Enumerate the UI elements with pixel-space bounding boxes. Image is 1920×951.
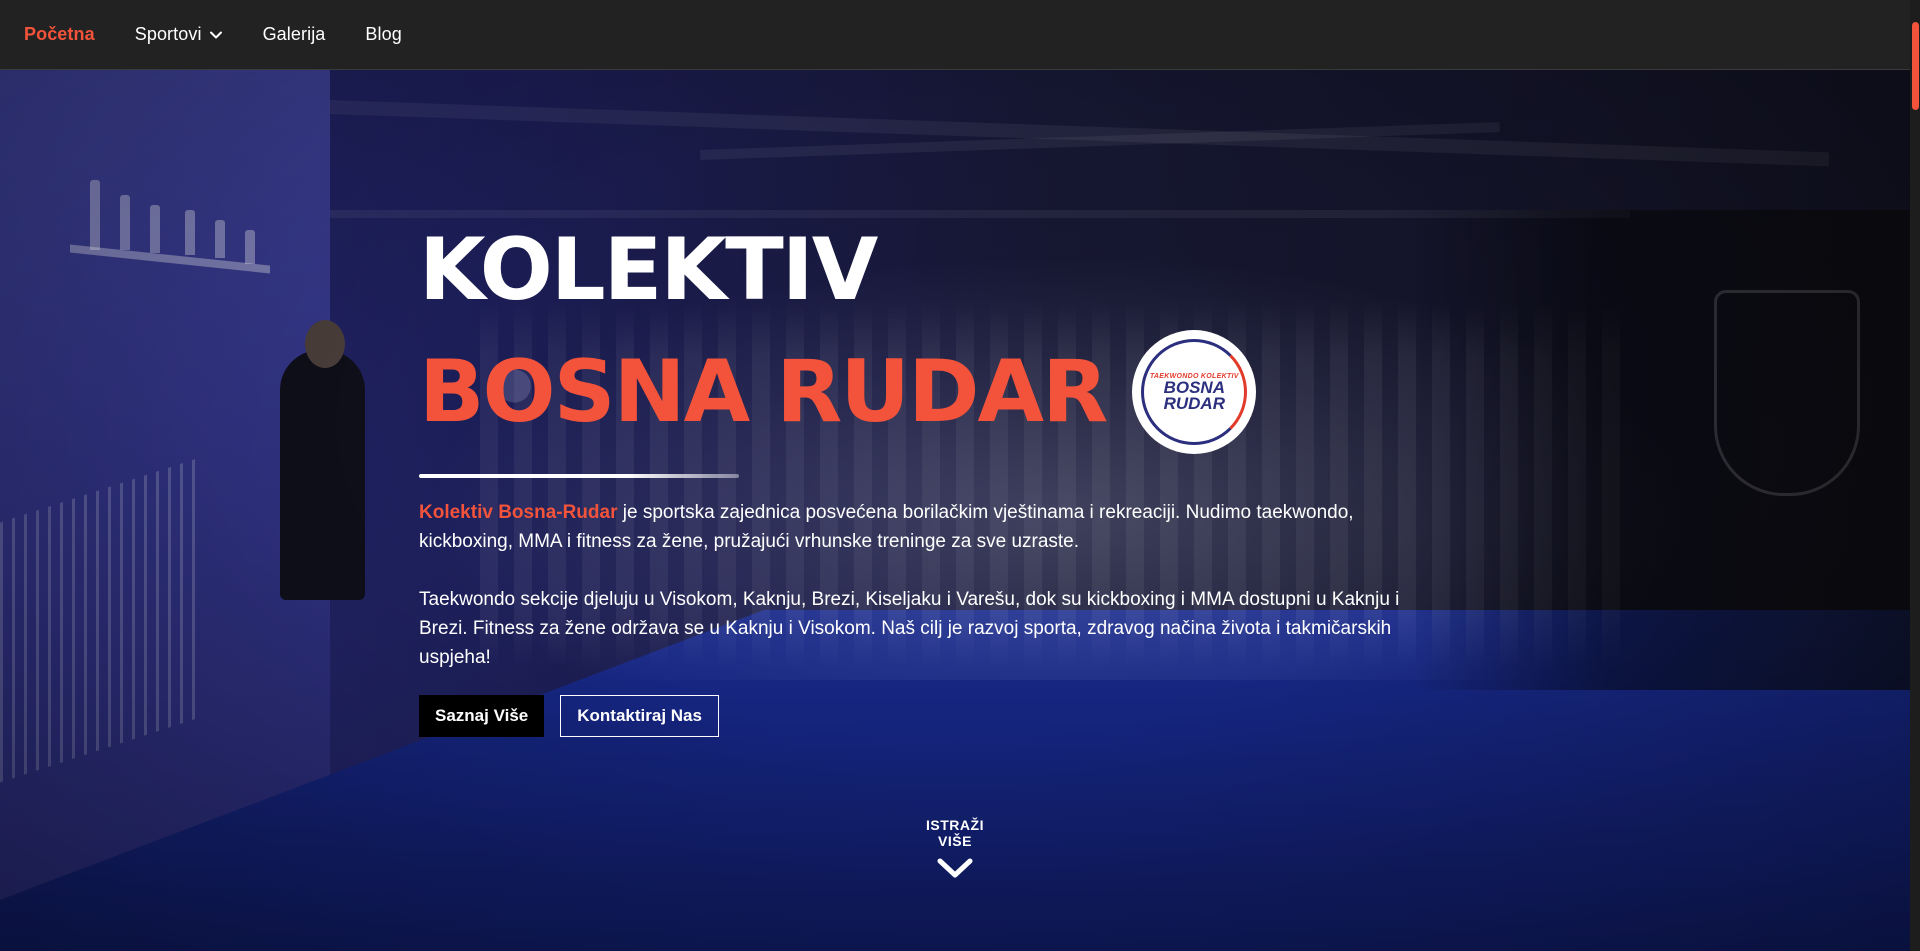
- hero-title-row: BOSNA RUDAR TAEKWONDO KOLEKTIV BOSNA RUD…: [419, 330, 1419, 454]
- explore-more-link[interactable]: ISTRAŽI VIŠE: [910, 817, 1000, 884]
- hero-paragraph-highlight: Kolektiv Bosna-Rudar: [419, 502, 618, 523]
- chevron-down-icon: [209, 31, 222, 38]
- hero-paragraph-2: Taekwondo sekcije djeluju u Visokom, Kak…: [419, 589, 1400, 668]
- contact-us-button[interactable]: Kontaktiraj Nas: [560, 695, 719, 737]
- chevron-down-icon: [937, 858, 973, 878]
- club-logo: TAEKWONDO KOLEKTIV BOSNA RUDAR: [1132, 330, 1257, 454]
- hero-title-underline: [419, 474, 739, 478]
- hero-title-line2: BOSNA RUDAR: [419, 342, 1108, 442]
- scrollbar-thumb[interactable]: [1912, 22, 1919, 110]
- nav-item-label: Početna: [24, 24, 95, 44]
- nav-item-label: Blog: [365, 24, 402, 44]
- hero-buttons: Saznaj Više Kontaktiraj Nas: [419, 695, 1419, 737]
- learn-more-button[interactable]: Saznaj Više: [419, 695, 545, 737]
- explore-more-label: ISTRAŽI VIŠE: [926, 817, 984, 849]
- club-logo-line2: RUDAR: [1163, 393, 1225, 413]
- nav-item-blog[interactable]: Blog: [365, 24, 401, 45]
- nav-item-sportovi[interactable]: Sportovi: [135, 24, 223, 45]
- nav-item-label: Sportovi: [134, 24, 202, 44]
- hero-title-line1: KOLEKTIV: [419, 220, 878, 320]
- hero-content: KOLEKTIV BOSNA RUDAR TAEKWONDO KOLEKTIV …: [419, 220, 1419, 737]
- hero-paragraph-1: Kolektiv Bosna-Rudar je sportska zajedni…: [419, 498, 1419, 556]
- top-navbar: Početna Sportovi Galerija Blog: [0, 0, 1910, 70]
- nav-item-pocetna[interactable]: Početna: [24, 24, 95, 45]
- nav-item-galerija[interactable]: Galerija: [263, 24, 326, 45]
- nav-item-label: Galerija: [262, 24, 326, 44]
- page-scrollbar[interactable]: [1910, 0, 1920, 951]
